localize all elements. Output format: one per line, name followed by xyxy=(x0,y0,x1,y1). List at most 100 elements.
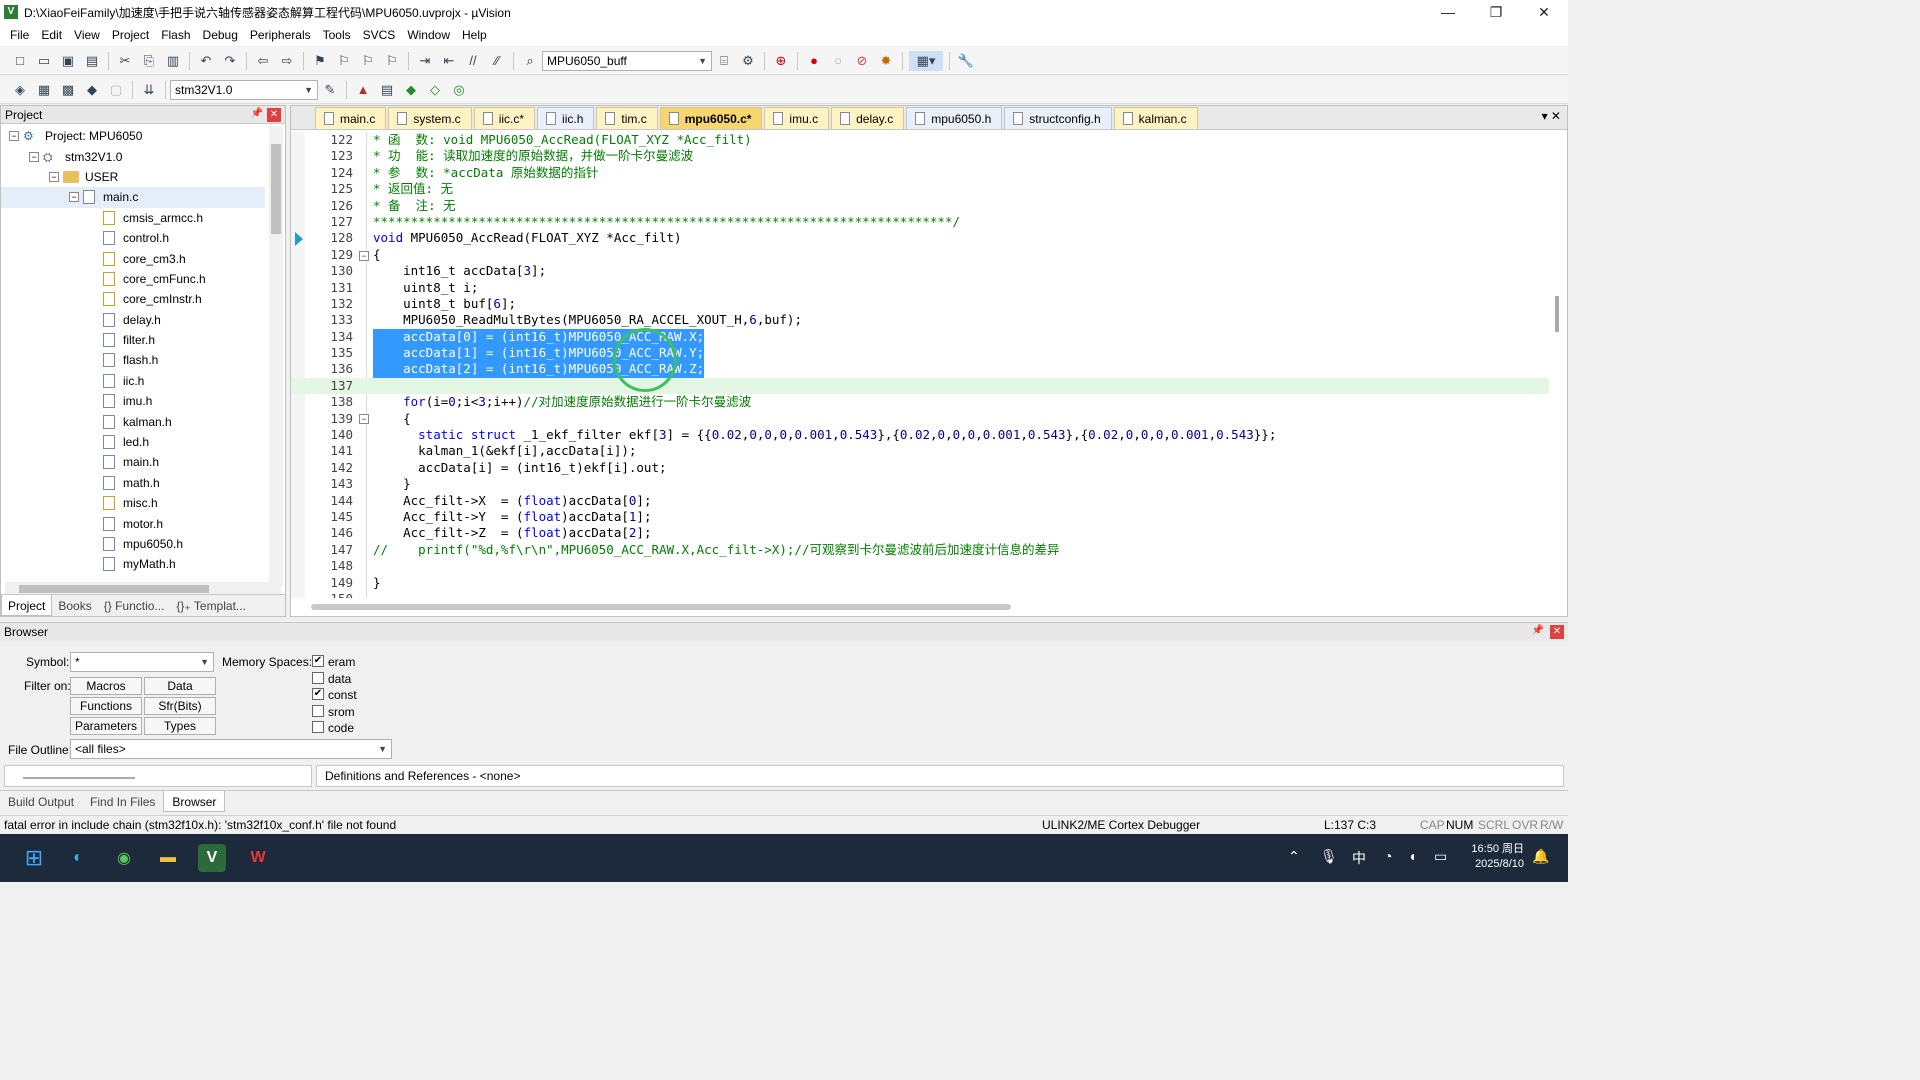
menu-flash[interactable]: Flash xyxy=(155,28,196,42)
editor-tab[interactable]: mpu6050.h xyxy=(906,107,1003,129)
wps-office-icon[interactable]: W xyxy=(244,844,272,872)
filter-macros-button[interactable]: Macros xyxy=(70,677,142,695)
browser-app-icon[interactable]: ◉ xyxy=(110,844,138,872)
filter-sfr-bits--button[interactable]: Sfr(Bits) xyxy=(144,697,216,715)
rebuild-icon[interactable]: ▩ xyxy=(58,80,78,100)
select-packs-icon[interactable]: ▤ xyxy=(377,80,397,100)
tree-item[interactable]: misc.h xyxy=(1,493,265,513)
save-icon[interactable]: ▣ xyxy=(58,51,78,71)
microphone-icon[interactable]: 🎙 xyxy=(1320,848,1338,865)
breakpoint-disable-all-icon[interactable]: ⊘ xyxy=(852,51,872,71)
panel-tab[interactable]: Books xyxy=(52,595,97,616)
battery-icon[interactable]: ▭ xyxy=(1434,848,1447,865)
menu-tools[interactable]: Tools xyxy=(317,28,357,42)
close-editor-icon[interactable]: ▾ ✕ xyxy=(1542,109,1561,123)
buffer-combo[interactable]: MPU6050_buff ▼ xyxy=(542,50,712,71)
code-line[interactable]: 150 xyxy=(291,591,1549,598)
ime-indicator[interactable]: 中 xyxy=(1352,848,1366,868)
tree-item[interactable]: flash.h xyxy=(1,350,265,370)
menu-view[interactable]: View xyxy=(68,28,106,42)
filter-functions-button[interactable]: Functions xyxy=(70,697,142,715)
breakpoint-icon[interactable]: ● xyxy=(804,51,824,71)
wifi-icon[interactable]: ◔ xyxy=(1384,848,1392,864)
tree-item[interactable]: filter.h xyxy=(1,330,265,350)
uvision-taskbar-icon[interactable]: V xyxy=(198,844,226,872)
volume-icon[interactable]: ◖ xyxy=(1408,848,1416,864)
panel-tab[interactable]: {} Functio... xyxy=(98,595,171,616)
code-line[interactable]: 139 { xyxy=(291,411,1549,427)
list-scroll-thumb[interactable] xyxy=(23,777,135,779)
menu-help[interactable]: Help xyxy=(456,28,493,42)
filter-types-button[interactable]: Types xyxy=(144,717,216,735)
minimize-button[interactable]: — xyxy=(1424,0,1472,24)
undo-icon[interactable]: ↶ xyxy=(196,51,216,71)
tree-expander-icon[interactable]: − xyxy=(9,131,19,142)
nav-back-icon[interactable]: ⇦ xyxy=(253,51,273,71)
find-icon[interactable]: ⌸ xyxy=(714,51,734,71)
tree-item[interactable]: delay.h xyxy=(1,310,265,330)
code-line[interactable]: 133 MPU6050_ReadMultBytes(MPU6050_RA_ACC… xyxy=(291,312,1549,328)
filter-parameters-button[interactable]: Parameters xyxy=(70,717,142,735)
close-window-button[interactable]: ✕ xyxy=(1520,0,1568,24)
panel-tab[interactable]: Project xyxy=(1,595,53,616)
file-explorer-icon[interactable]: ▬ xyxy=(154,844,182,872)
tree-item[interactable]: core_cm3.h xyxy=(1,248,265,268)
code-line[interactable]: 149} xyxy=(291,575,1549,591)
tree-expander-icon[interactable]: − xyxy=(69,192,79,203)
window-layout-icon[interactable]: ▦▾ xyxy=(909,50,943,71)
tree-item[interactable]: main.h xyxy=(1,452,265,472)
code-line[interactable]: 125 * 返回值: 无 xyxy=(291,181,1549,197)
comment-icon[interactable]: // xyxy=(463,51,483,71)
edge-browser-icon[interactable]: ◐ xyxy=(64,844,92,872)
tree-item[interactable]: math.h xyxy=(1,473,265,493)
memory-const-checkbox[interactable]: ✔ xyxy=(312,688,324,701)
copy-icon[interactable]: ⎘ xyxy=(139,51,159,71)
pin-icon[interactable]: 📌 xyxy=(251,108,263,119)
target-options-icon[interactable]: ✎ xyxy=(320,80,340,100)
code-line[interactable]: 146 Acc_filt->Z = (float)accData[2]; xyxy=(291,525,1549,541)
editor-tab[interactable]: structconfig.h xyxy=(1004,107,1112,129)
code-line[interactable]: 145 Acc_filt->Y = (float)accData[1]; xyxy=(291,509,1549,525)
tree-expander-icon[interactable]: − xyxy=(29,151,39,162)
code-line[interactable]: 135 accData[1] = (int16_t)MPU6050_ACC_RA… xyxy=(291,345,1549,362)
nav-forward-icon[interactable]: ⇨ xyxy=(277,51,297,71)
incremental-find-icon[interactable]: ⚙ xyxy=(738,51,758,71)
editor-tab[interactable]: kalman.c xyxy=(1113,107,1198,129)
code-line[interactable]: 132 uint8_t buf[6]; xyxy=(291,296,1549,312)
tree-item[interactable]: mpu6050.h xyxy=(1,534,265,554)
menu-peripherals[interactable]: Peripherals xyxy=(244,28,317,42)
symbol-input[interactable]: * ▼ xyxy=(70,652,214,672)
restore-button[interactable]: ❐ xyxy=(1472,0,1520,24)
tree-item[interactable]: control.h xyxy=(1,228,265,248)
pack-installer-icon[interactable]: ◆ xyxy=(401,80,421,100)
memory-eram-checkbox[interactable]: ✔ xyxy=(312,655,324,667)
code-line[interactable]: 137 xyxy=(291,377,1549,395)
system-clock[interactable]: 16:50 周日 2025/8/10 xyxy=(1471,842,1524,872)
menu-debug[interactable]: Debug xyxy=(197,28,244,42)
fold-toggle-icon[interactable]: − xyxy=(359,251,369,261)
tray-expand-icon[interactable]: ⌃ xyxy=(1288,848,1300,865)
manage-rte-icon[interactable]: ◇ xyxy=(425,80,445,100)
code-line[interactable]: 129 { xyxy=(291,247,1549,263)
build-icon[interactable]: ▦ xyxy=(34,80,54,100)
project-tree-vertical-scrollbar[interactable] xyxy=(269,126,283,586)
stop-build-icon[interactable]: ▢ xyxy=(106,80,126,100)
code-line[interactable]: 147 // printf("%d,%f\r\n",MPU6050_ACC_RAW… xyxy=(291,542,1549,558)
save-all-icon[interactable]: ▤ xyxy=(82,51,102,71)
close-panel-icon[interactable]: ✕ xyxy=(267,108,281,122)
output-tab-find-in-files[interactable]: Find In Files xyxy=(82,791,163,812)
copy-template-icon[interactable]: ◎ xyxy=(449,80,469,100)
tree-item[interactable]: − ⛭ stm32V1.0 xyxy=(1,146,265,166)
close-panel-icon[interactable]: ✕ xyxy=(1550,625,1564,639)
editor-tab[interactable]: mpu6050.c* xyxy=(659,107,763,129)
bookmark-icon[interactable]: ⚑ xyxy=(310,51,330,71)
redo-icon[interactable]: ↷ xyxy=(220,51,240,71)
indent-icon[interactable]: ⇥ xyxy=(415,51,435,71)
code-line[interactable]: 140 static struct _1_ekf_filter ekf[3] =… xyxy=(291,427,1549,443)
scrollbar-thumb[interactable] xyxy=(19,585,209,593)
output-tab-build-output[interactable]: Build Output xyxy=(0,791,82,812)
code-line[interactable]: 138 for(i=0;i<3;i++)//对加速度原始数据进行一阶卡尔曼滤波 xyxy=(291,394,1549,410)
editor-tab[interactable]: system.c xyxy=(388,107,472,129)
debug-session-icon[interactable]: ⊕ xyxy=(771,51,791,71)
editor-tab[interactable]: iic.c* xyxy=(473,107,536,129)
